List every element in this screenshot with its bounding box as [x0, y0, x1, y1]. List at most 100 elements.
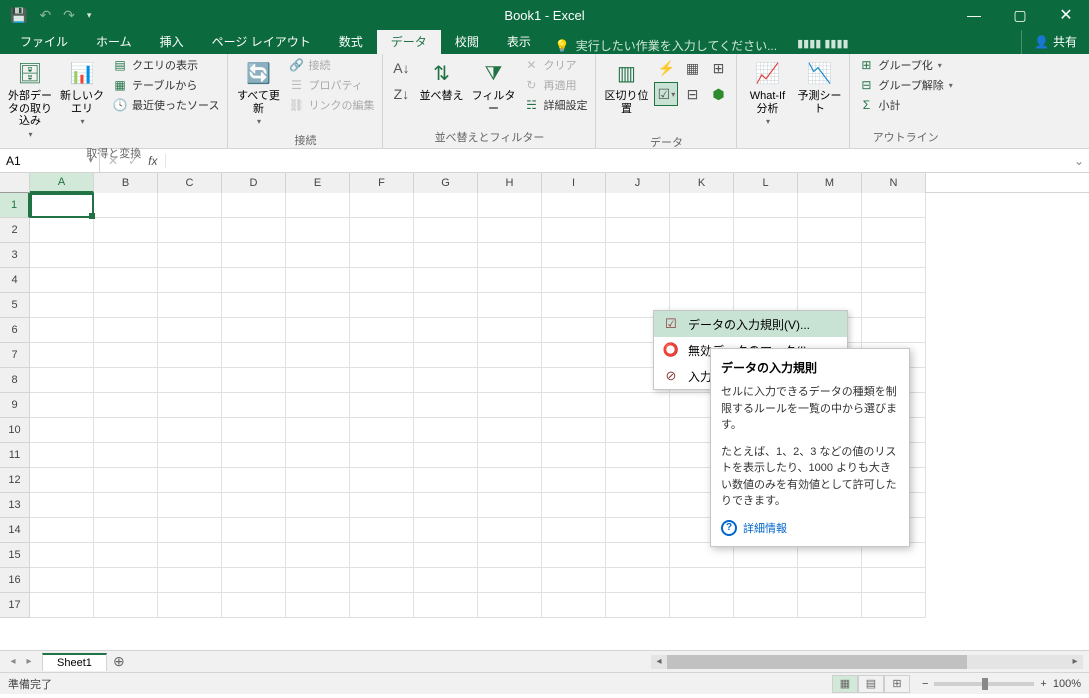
- row-header-15[interactable]: 15: [0, 543, 30, 568]
- cell-C5[interactable]: [158, 293, 222, 318]
- cell-H3[interactable]: [478, 243, 542, 268]
- cell-M17[interactable]: [798, 593, 862, 618]
- cell-A13[interactable]: [30, 493, 94, 518]
- cell-C1[interactable]: [158, 193, 222, 218]
- cell-I9[interactable]: [542, 393, 606, 418]
- cell-F10[interactable]: [350, 418, 414, 443]
- cell-H7[interactable]: [478, 343, 542, 368]
- cell-N3[interactable]: [862, 243, 926, 268]
- cell-N17[interactable]: [862, 593, 926, 618]
- cell-D3[interactable]: [222, 243, 286, 268]
- cell-B4[interactable]: [94, 268, 158, 293]
- cell-E6[interactable]: [286, 318, 350, 343]
- tab-pagelayout[interactable]: ページ レイアウト: [198, 29, 325, 54]
- cell-G5[interactable]: [414, 293, 478, 318]
- col-header-J[interactable]: J: [606, 173, 670, 193]
- cell-M4[interactable]: [798, 268, 862, 293]
- row-header-11[interactable]: 11: [0, 443, 30, 468]
- cell-F1[interactable]: [350, 193, 414, 218]
- cell-N16[interactable]: [862, 568, 926, 593]
- cell-L1[interactable]: [734, 193, 798, 218]
- cell-G10[interactable]: [414, 418, 478, 443]
- cell-D4[interactable]: [222, 268, 286, 293]
- cell-B7[interactable]: [94, 343, 158, 368]
- cell-A5[interactable]: [30, 293, 94, 318]
- minimize-button[interactable]: —: [951, 0, 997, 30]
- cell-A8[interactable]: [30, 368, 94, 393]
- cell-H12[interactable]: [478, 468, 542, 493]
- cell-A7[interactable]: [30, 343, 94, 368]
- show-queries-button[interactable]: ▤クエリの表示: [110, 56, 221, 74]
- cell-B10[interactable]: [94, 418, 158, 443]
- cell-I15[interactable]: [542, 543, 606, 568]
- fx-icon[interactable]: fx: [148, 154, 157, 168]
- recent-sources-button[interactable]: 🕓最近使ったソース: [110, 96, 221, 114]
- cell-B15[interactable]: [94, 543, 158, 568]
- connections-button[interactable]: 🔗接続: [286, 56, 376, 74]
- cell-A14[interactable]: [30, 518, 94, 543]
- cell-B11[interactable]: [94, 443, 158, 468]
- cell-B14[interactable]: [94, 518, 158, 543]
- tab-insert[interactable]: 挿入: [146, 29, 198, 54]
- cell-H11[interactable]: [478, 443, 542, 468]
- cell-K2[interactable]: [670, 218, 734, 243]
- row-header-2[interactable]: 2: [0, 218, 30, 243]
- sort-asc-button[interactable]: A↓: [389, 56, 413, 80]
- view-pagelayout[interactable]: ▤: [858, 675, 884, 693]
- cell-D1[interactable]: [222, 193, 286, 218]
- row-header-10[interactable]: 10: [0, 418, 30, 443]
- expand-formula-bar[interactable]: ⌄: [1069, 154, 1089, 168]
- cell-G13[interactable]: [414, 493, 478, 518]
- cell-F2[interactable]: [350, 218, 414, 243]
- sort-desc-button[interactable]: Z↓: [389, 82, 413, 106]
- cell-F13[interactable]: [350, 493, 414, 518]
- zoom-in[interactable]: +: [1040, 678, 1046, 690]
- cell-D13[interactable]: [222, 493, 286, 518]
- ungroup-rows-button[interactable]: ⊟グループ解除 ▾: [856, 76, 954, 94]
- cell-H4[interactable]: [478, 268, 542, 293]
- view-pagebreak[interactable]: ⊞: [884, 675, 910, 693]
- cell-I14[interactable]: [542, 518, 606, 543]
- share-button[interactable]: 👤 共有: [1021, 29, 1089, 54]
- view-normal[interactable]: ▦: [832, 675, 858, 693]
- col-header-D[interactable]: D: [222, 173, 286, 193]
- filter-button[interactable]: ⧩フィルター: [469, 56, 517, 119]
- flash-fill-button[interactable]: ⚡: [654, 56, 678, 80]
- sort-button[interactable]: ⇅並べ替え: [417, 56, 465, 107]
- cell-K4[interactable]: [670, 268, 734, 293]
- maximize-button[interactable]: ▢: [997, 0, 1043, 30]
- cell-J4[interactable]: [606, 268, 670, 293]
- cell-E15[interactable]: [286, 543, 350, 568]
- col-header-F[interactable]: F: [350, 173, 414, 193]
- row-header-7[interactable]: 7: [0, 343, 30, 368]
- tell-me[interactable]: 💡 実行したい作業を入力してください...: [545, 37, 787, 54]
- cell-D5[interactable]: [222, 293, 286, 318]
- cell-I3[interactable]: [542, 243, 606, 268]
- refresh-all-button[interactable]: 🔄すべて更新▾: [234, 56, 282, 130]
- cell-L3[interactable]: [734, 243, 798, 268]
- new-query-button[interactable]: 📊新しいクエリ▾: [58, 56, 106, 130]
- cell-C12[interactable]: [158, 468, 222, 493]
- cell-C2[interactable]: [158, 218, 222, 243]
- cell-D9[interactable]: [222, 393, 286, 418]
- cell-B16[interactable]: [94, 568, 158, 593]
- cell-B8[interactable]: [94, 368, 158, 393]
- cell-E17[interactable]: [286, 593, 350, 618]
- text-to-columns-button[interactable]: ▥区切り位置: [602, 56, 650, 119]
- manage-data-model-button[interactable]: ⬢: [706, 82, 730, 106]
- cell-J3[interactable]: [606, 243, 670, 268]
- cell-H9[interactable]: [478, 393, 542, 418]
- cell-K15[interactable]: [670, 543, 734, 568]
- col-header-G[interactable]: G: [414, 173, 478, 193]
- cell-C7[interactable]: [158, 343, 222, 368]
- cell-I16[interactable]: [542, 568, 606, 593]
- relationships-button[interactable]: ⊟: [680, 82, 704, 106]
- cell-E9[interactable]: [286, 393, 350, 418]
- cell-G14[interactable]: [414, 518, 478, 543]
- forecast-sheet-button[interactable]: 📉予測シート: [795, 56, 843, 119]
- cell-E2[interactable]: [286, 218, 350, 243]
- zoom-out[interactable]: −: [922, 678, 928, 690]
- consolidate-button[interactable]: ⊞: [706, 56, 730, 80]
- cell-K1[interactable]: [670, 193, 734, 218]
- cell-J9[interactable]: [606, 393, 670, 418]
